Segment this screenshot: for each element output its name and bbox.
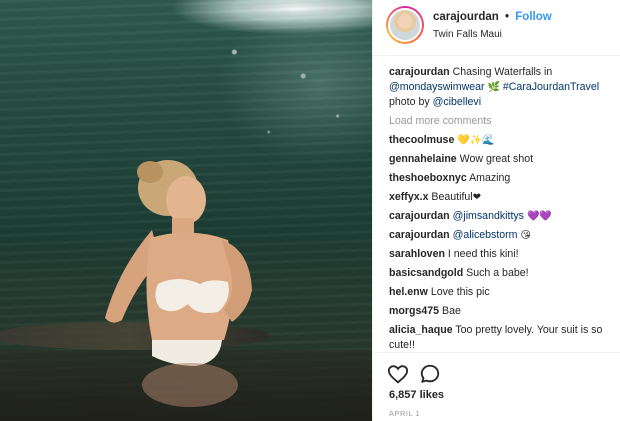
comment-mention[interactable]: @alicebstorm: [453, 229, 518, 241]
caption-mention-1[interactable]: @mondayswimwear: [389, 81, 485, 93]
comment-username[interactable]: carajourdan: [389, 210, 450, 222]
post-date[interactable]: APRIL 1: [389, 409, 420, 418]
comment-item: gennahelaine Wow great shot: [389, 152, 615, 167]
comment-text: Bae: [442, 305, 461, 317]
comment-username[interactable]: gennahelaine: [389, 153, 457, 165]
comment-item: morgs475 Bae: [389, 304, 615, 319]
comment-username[interactable]: carajourdan: [389, 229, 450, 241]
comment-username[interactable]: hel.enw: [389, 286, 428, 298]
comment-emoji: 💛✨🌊: [457, 135, 495, 146]
comment-username[interactable]: xeffyx.x: [389, 191, 428, 203]
comment-emoji: 💜💜: [526, 211, 552, 222]
avatar[interactable]: [386, 6, 424, 44]
caption-text-2: photo by: [389, 96, 430, 108]
comment-item: theshoeboxnyc Amazing: [389, 171, 615, 186]
comment-item: alicia_haque Too pretty lovely. Your sui…: [389, 323, 615, 353]
comment-text: Beautiful: [431, 191, 473, 203]
avatar-image: [388, 8, 422, 42]
caption-hashtag[interactable]: #CaraJourdanTravel: [503, 81, 599, 93]
comment-emoji: 😘: [520, 230, 531, 241]
comment-bubble-icon[interactable]: [419, 363, 441, 385]
comment-text: Such a babe!: [466, 267, 529, 279]
likes-count[interactable]: 6,857 likes: [389, 389, 444, 401]
comment-text: Wow great shot: [459, 153, 534, 165]
comment-item: sarahloven I need this kini!: [389, 247, 615, 262]
comment-username[interactable]: morgs475: [389, 305, 439, 317]
post-header: carajourdan • Follow Twin Falls Maui: [373, 0, 620, 56]
header-username[interactable]: carajourdan: [433, 11, 499, 23]
comment-username[interactable]: thecoolmuse: [389, 134, 454, 146]
comments-list: carajourdan Chasing Waterfalls in @monda…: [389, 65, 615, 357]
caption: carajourdan Chasing Waterfalls in @monda…: [389, 65, 615, 110]
location-link[interactable]: Twin Falls Maui: [433, 29, 502, 40]
header-separator: •: [505, 11, 510, 23]
caption-text-1: Chasing Waterfalls in: [452, 66, 553, 78]
caption-username[interactable]: carajourdan: [389, 66, 450, 78]
follow-button[interactable]: Follow: [515, 11, 551, 23]
load-more-comments-button[interactable]: Load more comments: [389, 114, 615, 129]
comment-item: carajourdan @jimsandkittys 💜💜: [389, 209, 615, 224]
comment-item: basicsandgold Such a babe!: [389, 266, 615, 281]
comment-item: hel.enw Love this pic: [389, 285, 615, 300]
comment-username[interactable]: alicia_haque: [389, 324, 453, 336]
comment-item: thecoolmuse 💛✨🌊: [389, 133, 615, 148]
caption-emoji: 🌿: [487, 82, 500, 93]
heart-icon[interactable]: [387, 363, 409, 385]
comment-text: Amazing: [469, 172, 511, 184]
woman-figure: [105, 160, 252, 407]
comment-emoji: ❤: [472, 192, 482, 203]
comment-username[interactable]: sarahloven: [389, 248, 445, 260]
comment-text: I need this kini!: [447, 248, 519, 260]
comment-username[interactable]: basicsandgold: [389, 267, 463, 279]
comment-text: Love this pic: [430, 286, 490, 298]
caption-mention-2[interactable]: @cibellevi: [433, 96, 481, 108]
comment-item: xeffyx.x Beautiful❤: [389, 190, 615, 205]
post-actions: 6,857 likes APRIL 1: [373, 352, 620, 421]
comment-username[interactable]: theshoeboxnyc: [389, 172, 467, 184]
post-side-panel: carajourdan • Follow Twin Falls Maui car…: [372, 0, 620, 421]
post-photo[interactable]: [0, 0, 372, 421]
comment-item: carajourdan @alicebstorm 😘: [389, 228, 615, 243]
header-user-line: carajourdan • Follow: [433, 11, 552, 23]
comment-mention[interactable]: @jimsandkittys: [453, 210, 524, 222]
